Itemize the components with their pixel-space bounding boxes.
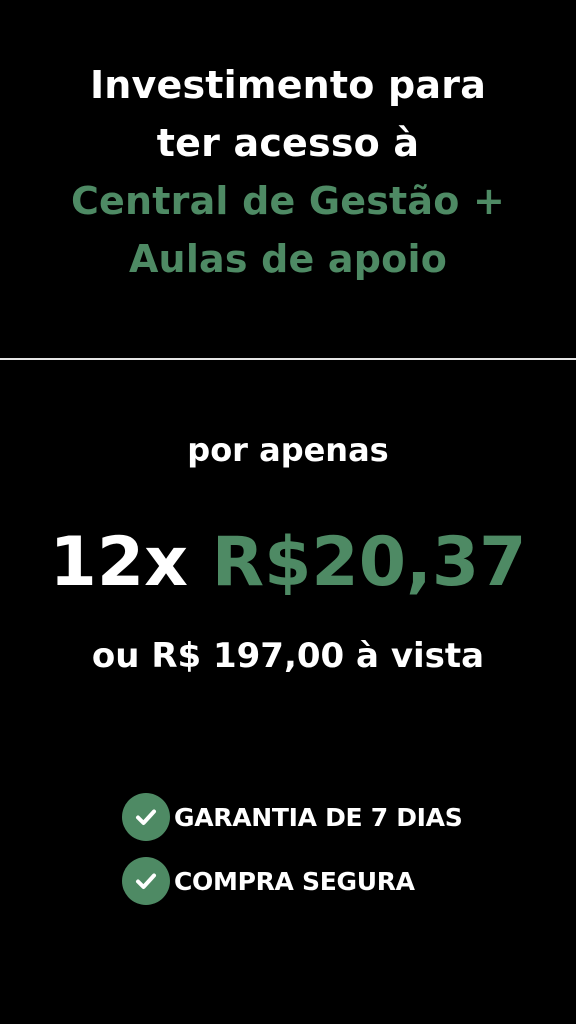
headline: Investimento para ter acesso à Central d… [0, 56, 576, 288]
secure-purchase-label: COMPRA SEGURA [174, 866, 415, 896]
trust-badges: GARANTIA DE 7 DIAS COMPRA SEGURA [122, 793, 542, 921]
check-circle-icon [122, 793, 170, 841]
secure-purchase-badge: COMPRA SEGURA [122, 857, 542, 905]
divider [0, 358, 576, 360]
check-circle-icon [122, 857, 170, 905]
price-lead-text: por apenas [187, 431, 389, 469]
installment-count: 12x [49, 523, 189, 602]
installment-price: 12x R$20,37 [0, 520, 576, 606]
headline-product-line-2: Aulas de apoio [128, 237, 448, 281]
headline-line-2: ter acesso à [156, 121, 420, 165]
headline-product-line-1: Central de Gestão + [70, 179, 506, 223]
guarantee-label: GARANTIA DE 7 DIAS [174, 802, 463, 832]
installment-value: R$20,37 [211, 523, 527, 602]
cash-price: ou R$ 197,00 à vista [91, 636, 485, 676]
headline-line-1: Investimento para [89, 63, 487, 107]
guarantee-badge: GARANTIA DE 7 DIAS [122, 793, 542, 841]
